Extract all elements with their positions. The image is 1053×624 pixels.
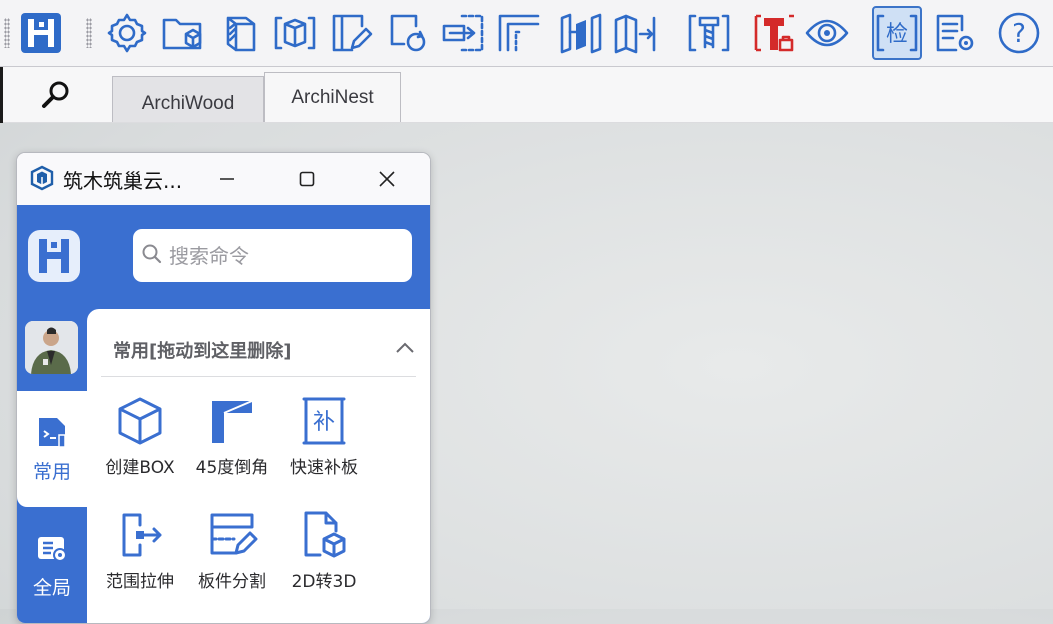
hatched-box-button[interactable] [214, 6, 264, 60]
rotate-copy-icon [390, 14, 426, 52]
panel-body: 常用 全局 常用[拖动到这里删除] 创建BOX [17, 205, 430, 623]
panel-arrows-button[interactable] [610, 6, 660, 60]
check-icon: 检 [876, 14, 918, 52]
minimize-icon [220, 178, 234, 180]
box-bracket-icon [274, 16, 316, 50]
tab-bar: ArchiWood ArchiNest [0, 67, 1053, 123]
main-toolbar: 检 ? [0, 0, 1053, 67]
panel-split-button[interactable] [556, 6, 606, 60]
sketchup-logo-icon [30, 165, 54, 191]
search-icon [142, 244, 162, 264]
command-label: 快速补板 [290, 458, 358, 478]
close-icon [379, 171, 395, 187]
command-label: 创建BOX [105, 458, 175, 478]
svg-text:?: ? [1012, 19, 1026, 49]
command-panel-window: 筑木筑巢云... 搜索命令 常用 全局 常用[拖动到这里删除] 创建BOX 45… [16, 152, 431, 624]
command-label: 2D转3D [291, 572, 357, 592]
view-button[interactable] [802, 6, 852, 60]
list-gear-icon [936, 14, 974, 52]
tab-label: ArchiWood [141, 92, 235, 114]
close-button[interactable] [367, 161, 407, 197]
section-title: 常用[拖动到这里删除] [113, 341, 292, 362]
panel-edit-button[interactable] [326, 6, 376, 60]
sidebar-item-global[interactable]: 全局 [17, 507, 87, 623]
maximize-button[interactable] [287, 161, 327, 197]
app-logo-icon [21, 13, 61, 53]
open-folder-box-button[interactable] [158, 6, 208, 60]
red-screw-icon [754, 14, 794, 52]
list-gear-icon [38, 536, 67, 562]
box-icon [118, 397, 162, 445]
user-avatar[interactable] [25, 321, 78, 374]
command-2d-to-3d[interactable]: 2D转3D [278, 507, 370, 607]
command-create-box[interactable]: 创建BOX [94, 393, 186, 493]
sidebar-item-common[interactable]: 常用 [17, 391, 87, 507]
split-board-icon [210, 513, 258, 555]
tab-label: ArchiNest [291, 86, 374, 108]
command-label: 45度倒角 [195, 458, 269, 478]
command-chamfer-45[interactable]: 45度倒角 [186, 393, 278, 493]
panel-arrows-icon [614, 14, 656, 54]
maximize-icon [299, 171, 315, 187]
file-box-icon [304, 511, 346, 558]
check-button[interactable]: 检 [872, 6, 922, 60]
favorites-section: 常用[拖动到这里删除] 创建BOX 45度倒角 补 快速补板 范围拉伸 板件分割… [87, 309, 430, 623]
red-screw-button[interactable] [750, 6, 800, 60]
tab-archinest[interactable]: ArchiNest [264, 72, 401, 122]
folder-box-icon [162, 18, 202, 50]
command-range-stretch[interactable]: 范围拉伸 [94, 507, 186, 607]
search-icon[interactable] [38, 77, 74, 113]
app-logo-button[interactable] [16, 6, 66, 60]
gear-icon [107, 13, 147, 53]
settings-button[interactable] [102, 6, 152, 60]
command-label: 板件分割 [198, 572, 266, 592]
svg-text:检: 检 [886, 22, 908, 47]
command-label: 范围拉伸 [106, 572, 174, 592]
sidebar-item-label: 全局 [32, 576, 71, 599]
eye-icon [805, 19, 849, 47]
command-search-input[interactable] [167, 237, 406, 275]
move-button[interactable] [438, 6, 488, 60]
corner-frame-button[interactable] [494, 6, 544, 60]
panel-logo-icon [28, 230, 80, 282]
sidebar-item-label: 常用 [32, 460, 71, 483]
panel-pencil-icon [332, 14, 373, 52]
screw-bracket-icon [688, 14, 730, 52]
stretch-icon [122, 513, 162, 557]
tab-archiwood[interactable]: ArchiWood [112, 76, 264, 122]
box-bracket-button[interactable] [270, 6, 320, 60]
help-button[interactable]: ? [994, 6, 1044, 60]
toolbar-grip[interactable] [86, 18, 92, 48]
minimize-button[interactable] [207, 161, 247, 197]
panel-split-icon [560, 13, 602, 54]
rotate-copy-button[interactable] [382, 6, 432, 60]
patch-board-icon: 补 [302, 397, 346, 445]
panel-titlebar[interactable]: 筑木筑巢云... [17, 153, 430, 205]
section-header[interactable]: 常用[拖动到这里删除] [101, 309, 416, 377]
screw-button[interactable] [684, 6, 734, 60]
left-edge-bar [0, 67, 3, 123]
chamfer-icon [212, 400, 253, 443]
command-search-box[interactable] [133, 229, 412, 282]
panel-title: 筑木筑巢云... [63, 169, 183, 193]
chevron-up-icon[interactable] [394, 337, 416, 359]
command-panel-split[interactable]: 板件分割 [186, 507, 278, 607]
help-icon: ? [998, 12, 1040, 54]
move-arrow-icon [442, 14, 484, 52]
svg-text:补: 补 [313, 410, 335, 435]
list-settings-button[interactable] [930, 6, 980, 60]
command-quick-patch[interactable]: 补 快速补板 [278, 393, 370, 493]
toolbar-grip[interactable] [4, 18, 10, 48]
terminal-icon [39, 417, 66, 448]
corner-frame-icon [498, 14, 540, 52]
hatched-box-icon [226, 16, 256, 52]
